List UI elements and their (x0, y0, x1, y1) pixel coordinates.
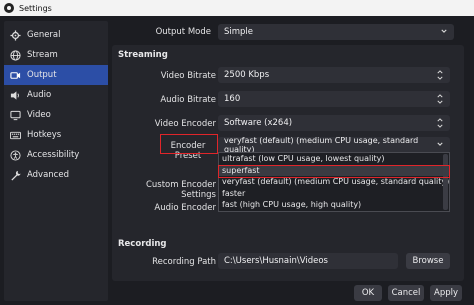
title-bar: Settings (0, 0, 474, 16)
audio-bitrate-select[interactable]: 160 (218, 91, 450, 107)
sidebar-item-accessibility[interactable]: Accessibility (4, 145, 108, 165)
wrench-icon (10, 170, 21, 181)
recording-path-input[interactable]: C:\Users\Husnain\Videos (218, 253, 398, 269)
apply-button[interactable]: Apply (430, 285, 462, 301)
video-bitrate-label: Video Bitrate (160, 71, 216, 81)
chevron-down-icon[interactable] (437, 76, 443, 80)
sidebar-item-general[interactable]: General (4, 25, 108, 45)
output-mode-select[interactable]: Simple (218, 24, 454, 40)
output-icon (10, 70, 21, 81)
sidebar-item-hotkeys[interactable]: Hotkeys (4, 125, 108, 145)
chevron-down-icon (441, 29, 447, 33)
chevron-down-icon (437, 124, 443, 128)
dropdown-scrollbar[interactable] (443, 154, 448, 210)
sidebar-item-label: Video (27, 110, 51, 120)
keyboard-icon (10, 130, 21, 141)
audio-bitrate-label: Audio Bitrate (160, 95, 216, 105)
video-bitrate-value: 2500 Kbps (224, 70, 270, 80)
recording-title: Recording (118, 239, 167, 249)
sidebar-item-video[interactable]: Video (4, 105, 108, 125)
sidebar-item-stream[interactable]: Stream (4, 45, 108, 65)
preset-option-ultrafast[interactable]: ultrafast (low CPU usage, lowest quality… (219, 153, 449, 165)
recording-path-value: C:\Users\Husnain\Videos (224, 256, 328, 266)
video-bitrate-spinbox[interactable]: 2500 Kbps (218, 67, 450, 83)
preset-option-faster[interactable]: faster (219, 188, 449, 200)
chevron-up-icon[interactable] (437, 94, 443, 98)
sidebar-item-label: Stream (27, 50, 58, 60)
preset-option-fast[interactable]: fast (high CPU usage, high quality) (219, 199, 449, 211)
chevron-up-icon (437, 118, 443, 122)
accessibility-icon (10, 149, 21, 161)
ok-button[interactable]: OK (354, 285, 382, 301)
encoder-preset-select[interactable]: veryfast (default) (medium CPU usage, st… (218, 136, 450, 154)
encoder-preset-highlight-box (160, 134, 218, 154)
obs-logo-icon (4, 3, 14, 13)
output-mode-label: Output Mode (155, 27, 211, 37)
video-encoder-value: Software (x264) (224, 118, 293, 128)
sidebar-item-output[interactable]: Output (4, 65, 108, 85)
encoder-preset-dropdown-list: ultrafast (low CPU usage, lowest quality… (218, 152, 450, 212)
chevron-down-icon (437, 142, 443, 146)
chevron-up-icon[interactable] (437, 70, 443, 74)
sidebar-item-advanced[interactable]: Advanced (4, 165, 108, 185)
browse-button[interactable]: Browse (406, 253, 450, 269)
chevron-down-icon[interactable] (437, 100, 443, 104)
sidebar-item-audio[interactable]: Audio (4, 85, 108, 105)
audio-encoder-label: Audio Encoder (154, 203, 216, 213)
settings-sidebar: General Stream Output Audio Video Hotkey… (4, 21, 108, 301)
recording-path-label: Recording Path (152, 257, 216, 267)
sidebar-item-label: Audio (27, 90, 52, 100)
monitor-icon (10, 110, 21, 121)
speaker-icon (10, 90, 21, 101)
video-encoder-label: Video Encoder (154, 119, 216, 129)
sidebar-item-label: Advanced (27, 170, 69, 180)
window-title: Settings (19, 3, 52, 13)
sidebar-item-label: Accessibility (27, 150, 80, 160)
sidebar-item-label: Hotkeys (27, 130, 62, 140)
gear-icon (10, 29, 21, 41)
output-mode-value: Simple (224, 27, 254, 37)
streaming-title: Streaming (118, 50, 168, 60)
sidebar-item-label: Output (27, 70, 57, 80)
video-encoder-select[interactable]: Software (x264) (218, 115, 450, 131)
sidebar-item-label: General (27, 30, 61, 40)
audio-bitrate-value: 160 (224, 94, 241, 104)
globe-icon (10, 49, 21, 61)
superfast-highlight-box (218, 165, 450, 178)
cancel-button[interactable]: Cancel (388, 285, 424, 301)
custom-encoder-settings-label: Custom Encoder Settings (145, 180, 216, 200)
